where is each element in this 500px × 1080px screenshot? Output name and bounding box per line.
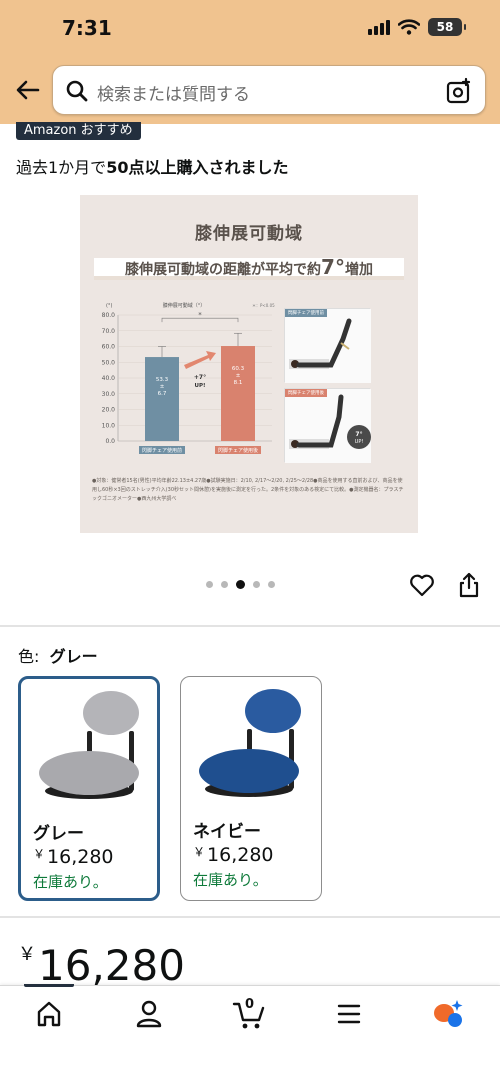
carousel-dot[interactable]: [206, 581, 213, 588]
nav-home[interactable]: [24, 996, 74, 1032]
bar-value-label: ±: [160, 384, 165, 390]
stretch-photo-before: 閃脚チェア使用前: [284, 308, 371, 383]
nav-menu[interactable]: [324, 996, 374, 1032]
y-tick-label: 60.0: [102, 344, 116, 351]
y-tick-label: 0.0: [105, 438, 115, 445]
image-subtitle: 膝伸展可動域の距離が平均で約7°増加: [125, 255, 373, 279]
status-bar: 7:31 58: [0, 0, 500, 60]
swatch-name: ネイビー: [193, 822, 261, 842]
search-placeholder: 検索または質問する: [97, 85, 250, 105]
carousel-dot[interactable]: [221, 581, 228, 588]
cart-count: 0: [245, 997, 255, 1012]
chair-image-gray: [39, 691, 139, 799]
swatch-price: ￥ 16,280: [193, 844, 274, 866]
bar-value-label: 53.3: [156, 377, 169, 383]
person-icon: [136, 1000, 162, 1028]
chair-image-navy: [199, 689, 301, 797]
y-tick-label: 20.0: [102, 407, 116, 414]
stretch-photo-after: 7° UP! 閃脚チェア使用後: [284, 388, 371, 463]
carousel-dots[interactable]: [206, 580, 275, 589]
wifi-icon: [398, 19, 420, 35]
bar-value-label: 6.7: [158, 391, 167, 397]
back-arrow-icon: [16, 80, 40, 100]
person-stretch-illustration: 7° UP!: [285, 389, 371, 463]
bar-chart: (°) 膝伸展可動域（°） ＊：P<0.05 0.0 10.0 20.0 30.0 40…: [102, 302, 275, 454]
signal-icon: [368, 19, 390, 35]
bottom-nav: 0: [0, 984, 500, 1080]
y-tick-label: 10.0: [102, 422, 116, 429]
bar: [221, 346, 255, 441]
search-header: 検索または質問する: [0, 60, 500, 124]
nav-account[interactable]: [124, 996, 174, 1032]
bar-value-label: 8.1: [234, 380, 243, 386]
bar-value-label: ±: [236, 373, 241, 379]
camera-search-icon[interactable]: [445, 77, 473, 105]
y-tick-label: 50.0: [102, 359, 116, 366]
share-icon[interactable]: [456, 571, 482, 599]
amazon-choice-badge: Amazon おすすめ: [16, 122, 141, 140]
person-stretch-illustration: [285, 309, 371, 383]
badge-line-1: 7°: [355, 431, 362, 438]
search-input[interactable]: 検索または質問する: [52, 65, 486, 115]
nav-cart[interactable]: 0: [224, 996, 274, 1032]
swatch-stock: 在庫あり。: [33, 873, 108, 891]
increase-arrow: [184, 351, 216, 369]
status-time: 7:31: [62, 16, 112, 40]
category-label: 閃脚チェア使用前: [142, 447, 182, 454]
increase-label: UP!: [194, 383, 205, 389]
status-icons: 58: [368, 18, 466, 36]
significance-note: ＊：P<0.05: [252, 303, 275, 308]
y-tick-label: 80.0: [102, 312, 116, 319]
y-tick-label: 30.0: [102, 391, 116, 398]
nav-rufus[interactable]: [424, 996, 474, 1032]
bar-value-label: 60.3: [232, 366, 245, 372]
swatch-name: グレー: [33, 824, 84, 844]
carousel-dot[interactable]: [268, 581, 275, 588]
bar: [145, 357, 179, 441]
chart-title: 膝伸展可動域（°）: [163, 302, 206, 309]
carousel-dot[interactable]: [253, 581, 260, 588]
home-tab-indicator: [24, 984, 74, 987]
rufus-assistant-icon: [434, 1000, 463, 1027]
color-label: 色: グレー: [18, 647, 98, 666]
heart-icon[interactable]: [408, 571, 436, 599]
purchase-count-text: 過去1か月で50点以上購入されました: [16, 158, 289, 177]
product-image[interactable]: 膝伸展可動域 膝伸展可動域の距離が平均で約7°増加 (°) 膝伸展可動域（°） …: [80, 195, 418, 533]
swatch-stock: 在庫あり。: [193, 871, 268, 889]
significance-star: *: [198, 311, 202, 319]
y-tick-label: 40.0: [102, 375, 116, 382]
badge-line-2: UP!: [355, 439, 364, 445]
swatch-price: ￥ 16,280: [33, 846, 114, 868]
photo-label-after: 閃脚チェア使用後: [285, 389, 327, 397]
search-icon: [66, 80, 88, 102]
chart-ylabel: (°): [106, 303, 112, 309]
menu-icon: [337, 1004, 361, 1024]
image-footnote: ●対象：健常者15名(男性)平均年齢22.13±4.27歳●試験実施日：2/10…: [92, 478, 404, 502]
carousel-dot[interactable]: [236, 580, 245, 589]
back-button[interactable]: [10, 72, 46, 108]
increase-label: +7°: [194, 374, 206, 381]
image-title: 膝伸展可動域: [195, 224, 303, 244]
swatch-gray[interactable]: グレー ￥ 16,280 在庫あり。: [18, 676, 160, 901]
category-label: 閃脚チェア使用後: [218, 447, 258, 454]
photo-label-before: 閃脚チェア使用前: [285, 309, 327, 317]
home-icon: [37, 1001, 61, 1027]
product-price: ￥16,280: [18, 941, 185, 990]
swatch-navy[interactable]: ネイビー ￥ 16,280 在庫あり。: [180, 676, 322, 901]
battery-icon: 58: [428, 18, 466, 36]
divider: [0, 916, 500, 918]
divider: [0, 625, 500, 627]
y-tick-label: 70.0: [102, 328, 116, 335]
